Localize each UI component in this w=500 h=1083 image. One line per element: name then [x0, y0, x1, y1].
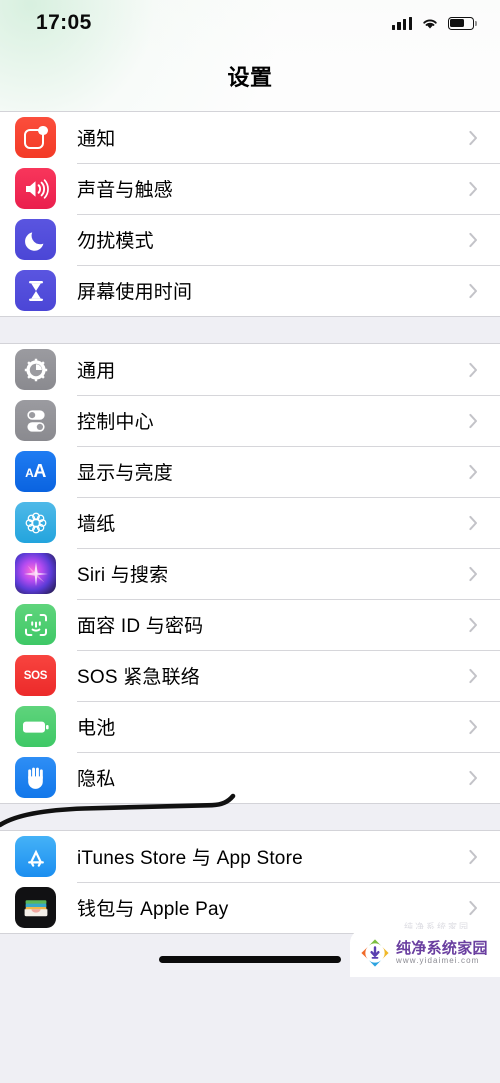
notifications-group: 通知 声音与触感 勿扰模式 屏幕使用时间 — [0, 111, 500, 317]
chevron-right-icon — [469, 668, 477, 683]
wallet-apple-pay-icon — [15, 887, 56, 928]
download-arrow-logo-icon — [361, 939, 389, 967]
settings-row-siri-search[interactable]: Siri 与搜索 — [0, 548, 500, 599]
general-gear-icon — [15, 349, 56, 390]
watermark: 纯净系统家园 www.yidaimei.com — [350, 929, 500, 977]
do-not-disturb-moon-icon — [15, 219, 56, 260]
watermark-url: www.yidaimei.com — [396, 955, 480, 965]
chevron-right-icon — [469, 617, 477, 632]
page-title: 设置 — [227, 65, 273, 90]
settings-row-label: 显示与亮度 — [77, 463, 174, 484]
wallpaper-flower-icon — [15, 502, 56, 543]
status-bar: 17:05 — [0, 0, 500, 46]
watermark-title: 纯净系统家园 — [396, 939, 488, 957]
chevron-right-icon — [469, 566, 477, 581]
settings-row-label: iTunes Store 与 App Store — [77, 848, 303, 869]
settings-row-control-center[interactable]: 控制中心 — [0, 395, 500, 446]
siri-orb-icon — [15, 553, 56, 594]
settings-scroll-area[interactable]: 通知 声音与触感 勿扰模式 屏幕使用时间 通用 控制中心 AA 显示与亮度 墙纸… — [0, 111, 500, 934]
sounds-haptics-icon — [15, 168, 56, 209]
notifications-icon — [15, 117, 56, 158]
settings-row-wallpaper[interactable]: 墙纸 — [0, 497, 500, 548]
chevron-right-icon — [469, 130, 477, 145]
chevron-right-icon — [469, 900, 477, 915]
group-separator-gap — [0, 317, 500, 343]
settings-row-privacy[interactable]: 隐私 — [0, 752, 500, 803]
battery-settings-icon — [15, 706, 56, 747]
chevron-right-icon — [469, 413, 477, 428]
settings-row-display-brightness[interactable]: AA 显示与亮度 — [0, 446, 500, 497]
chevron-right-icon — [469, 181, 477, 196]
group-separator-gap — [0, 804, 500, 830]
status-and-nav-header: 17:05 设置 — [0, 0, 500, 111]
control-center-toggles-icon — [15, 400, 56, 441]
settings-row-do-not-disturb[interactable]: 勿扰模式 — [0, 214, 500, 265]
settings-row-label: 勿扰模式 — [77, 231, 154, 252]
face-id-icon — [15, 604, 56, 645]
system-group: 通用 控制中心 AA 显示与亮度 墙纸 Siri 与搜索 面容 ID 与密码 S… — [0, 343, 500, 804]
chevron-right-icon — [469, 719, 477, 734]
chevron-right-icon — [469, 464, 477, 479]
settings-row-label: 控制中心 — [77, 412, 154, 433]
display-brightness-aa-icon: AA — [15, 451, 56, 492]
status-bar-indicators — [391, 16, 477, 30]
settings-row-battery[interactable]: 电池 — [0, 701, 500, 752]
chevron-right-icon — [469, 283, 477, 298]
settings-row-label: SOS 紧急联络 — [77, 667, 201, 688]
app-store-icon — [15, 836, 56, 877]
chevron-right-icon — [469, 515, 477, 530]
settings-row-label: 面容 ID 与密码 — [77, 616, 204, 637]
bottom-bar: 纯净系统家园 纯净系统家园 www.yidaimei.com — [0, 922, 500, 977]
battery-icon — [448, 16, 477, 30]
settings-row-general[interactable]: 通用 — [0, 344, 500, 395]
settings-row-notifications[interactable]: 通知 — [0, 112, 500, 163]
settings-row-label: 通知 — [77, 129, 116, 150]
settings-row-label: 声音与触感 — [77, 180, 174, 201]
status-bar-clock: 17:05 — [36, 11, 92, 34]
store-group: iTunes Store 与 App Store 钱包与 Apple Pay — [0, 830, 500, 934]
screen-time-hourglass-icon — [15, 270, 56, 311]
settings-row-itunes-app-store[interactable]: iTunes Store 与 App Store — [0, 831, 500, 882]
settings-row-label: 电池 — [77, 718, 116, 739]
chevron-right-icon — [469, 232, 477, 247]
settings-row-label: 钱包与 Apple Pay — [77, 899, 229, 920]
emergency-sos-icon: SOS — [15, 655, 56, 696]
settings-row-label: 屏幕使用时间 — [77, 282, 193, 303]
chevron-right-icon — [469, 362, 477, 377]
chevron-right-icon — [469, 849, 477, 864]
settings-row-emergency-sos[interactable]: SOS SOS 紧急联络 — [0, 650, 500, 701]
settings-row-label: Siri 与搜索 — [77, 565, 169, 586]
privacy-hand-icon — [15, 757, 56, 798]
settings-row-screen-time[interactable]: 屏幕使用时间 — [0, 265, 500, 316]
chevron-right-icon — [469, 770, 477, 785]
settings-row-label: 墙纸 — [77, 514, 116, 535]
home-indicator[interactable] — [159, 956, 341, 963]
settings-row-sounds-haptics[interactable]: 声音与触感 — [0, 163, 500, 214]
wifi-icon — [423, 19, 437, 29]
cellular-signal-icon — [391, 16, 412, 30]
settings-row-label: 隐私 — [77, 769, 116, 790]
settings-row-face-id-passcode[interactable]: 面容 ID 与密码 — [0, 599, 500, 650]
settings-row-label: 通用 — [77, 361, 116, 382]
